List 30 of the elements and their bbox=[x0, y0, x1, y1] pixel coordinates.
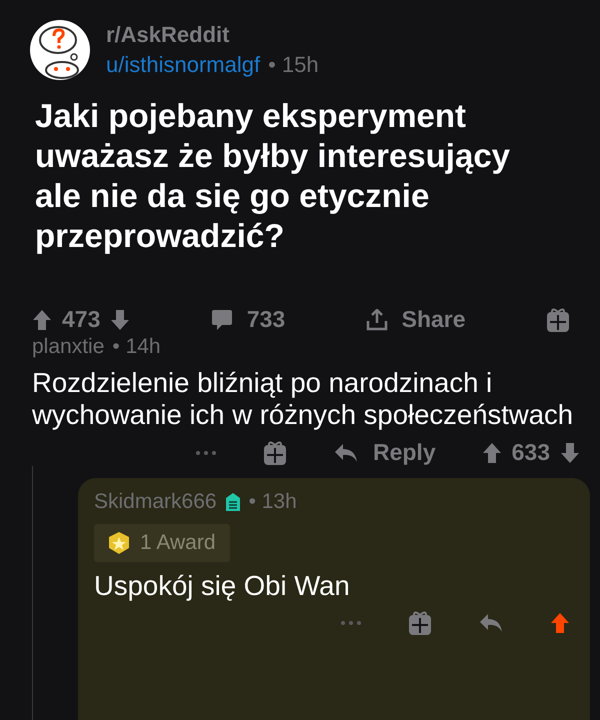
comment-body: Uspokój się Obi Wan bbox=[94, 570, 351, 602]
vote-count: 473 bbox=[62, 306, 100, 333]
share-button[interactable]: Share bbox=[366, 306, 466, 333]
gift-icon[interactable] bbox=[262, 440, 287, 466]
vote-count: 633 bbox=[512, 439, 550, 466]
share-icon bbox=[366, 308, 388, 330]
downvote-icon[interactable] bbox=[560, 442, 580, 464]
comment-author[interactable]: planxtie bbox=[32, 335, 104, 359]
subreddit-avatar-icon bbox=[30, 20, 90, 80]
comment-author[interactable]: Skidmark666 bbox=[94, 490, 217, 514]
comment-body: Rozdzielenie bliźniąt po narodzinach i wychowanie ich w różnych społeczeństwach bbox=[32, 367, 574, 431]
comments-button[interactable]: 733 bbox=[210, 306, 286, 333]
comment-age: • 13h bbox=[248, 490, 297, 514]
upvote-icon[interactable] bbox=[550, 612, 570, 634]
award-badge[interactable]: 1 Award bbox=[94, 524, 230, 562]
downvote-icon[interactable] bbox=[110, 308, 130, 330]
gift-icon[interactable] bbox=[408, 610, 432, 636]
upvote-icon[interactable] bbox=[32, 308, 52, 330]
post-title: Jaki pojebany eksperyment uważasz że byłby interesujący ale nie da się go etycznie przeprowadzić? bbox=[35, 96, 512, 256]
more-icon[interactable] bbox=[194, 450, 217, 456]
upvote-icon[interactable] bbox=[482, 442, 502, 464]
reply-button[interactable]: Reply bbox=[332, 439, 436, 466]
gift-icon[interactable] bbox=[546, 306, 570, 332]
comment-icon bbox=[210, 308, 233, 330]
post-age: • 15h bbox=[268, 52, 319, 78]
comment-age: • 14h bbox=[112, 335, 161, 359]
reply-icon bbox=[332, 442, 359, 464]
author-link[interactable]: u/isthisnormalgf bbox=[106, 52, 260, 78]
reply-icon bbox=[478, 612, 504, 634]
subreddit-name[interactable]: r/AskReddit bbox=[106, 22, 319, 48]
